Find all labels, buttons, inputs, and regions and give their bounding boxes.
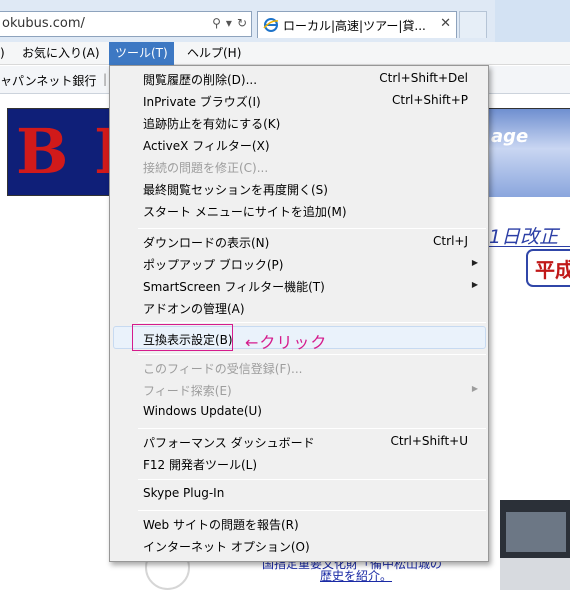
new-tab-button[interactable] <box>459 11 487 38</box>
menu-item-label: フィード探索(E) <box>143 384 232 398</box>
menu-item-smartscreen[interactable]: SmartScreen フィルター機能(T) ▶ <box>110 275 488 297</box>
menu-item-label: スタート メニューにサイトを追加(M) <box>143 205 347 219</box>
favorites-separator: | <box>103 72 108 86</box>
menu-tools[interactable]: ツール(T) <box>109 42 174 65</box>
menu-item-label: 閲覧履歴の削除(D)... <box>143 73 258 87</box>
menu-item-delete-history[interactable]: 閲覧履歴の削除(D)... Ctrl+Shift+Del <box>110 68 488 90</box>
menu-item-add-to-start[interactable]: スタート メニューにサイトを追加(M) <box>110 200 488 222</box>
menu-separator <box>138 228 486 229</box>
menu-item-performance-dashboard[interactable]: パフォーマンス ダッシュボード Ctrl+Shift+U <box>110 431 488 453</box>
tools-dropdown-menu: 閲覧履歴の削除(D)... Ctrl+Shift+Del InPrivate ブ… <box>109 65 489 562</box>
menu-item-label: SmartScreen フィルター機能(T) <box>143 280 325 294</box>
bus-photo <box>500 500 570 590</box>
submenu-arrow-icon: ▶ <box>471 258 478 267</box>
notice-underline <box>482 246 570 247</box>
close-icon[interactable]: ✕ <box>440 16 451 31</box>
menu-item-label: F12 開発者ツール(L) <box>143 458 258 472</box>
browser-chrome: okubus.com/ ⚲ ▾ ↻ ローカル|高速|ツアー|貸... ✕ <box>0 0 570 42</box>
address-buttons: ⚲ ▾ ↻ <box>212 16 247 30</box>
menu-view-partial[interactable]: ) <box>0 42 11 65</box>
menu-item-label: ポップアップ ブロック(P) <box>143 258 284 272</box>
menu-item-shortcut: Ctrl+Shift+P <box>392 93 468 107</box>
address-url[interactable]: okubus.com/ <box>2 16 85 31</box>
menu-item-f12-devtools[interactable]: F12 開発者ツール(L) <box>110 453 488 475</box>
tab-title: ローカル|高速|ツアー|貸... <box>283 19 426 33</box>
year-badge: 平成 <box>526 249 570 287</box>
submenu-arrow-icon: ▶ <box>471 280 478 289</box>
menu-item-tracking-protection[interactable]: 追跡防止を有効にする(K) <box>110 112 488 134</box>
menu-help[interactable]: ヘルプ(H) <box>181 42 247 65</box>
menu-item-subscribe-feed: このフィードの受信登録(F)... <box>110 357 488 379</box>
menu-item-label: 追跡防止を有効にする(K) <box>143 117 281 131</box>
menu-separator <box>138 354 486 355</box>
menu-separator <box>138 322 486 323</box>
menu-item-windows-update[interactable]: Windows Update(U) <box>110 401 488 423</box>
menu-item-label: ダウンロードの表示(N) <box>143 236 270 250</box>
menu-item-label: アドオンの管理(A) <box>143 302 245 316</box>
ie-logo-icon <box>263 18 279 32</box>
menu-item-fix-connection: 接続の問題を修正(C)... <box>110 156 488 178</box>
menu-item-skype-plugin[interactable]: Skype Plug-In <box>110 483 488 505</box>
bus-body <box>500 558 570 590</box>
banner-strip <box>483 109 570 197</box>
notice-text[interactable]: 1日改正 <box>489 222 558 249</box>
favorite-link[interactable]: ャパンネット銀行 <box>0 72 96 89</box>
menu-item-activex-filter[interactable]: ActiveX フィルター(X) <box>110 134 488 156</box>
menu-item-downloads[interactable]: ダウンロードの表示(N) Ctrl+J <box>110 231 488 253</box>
search-icon[interactable]: ⚲ <box>212 16 221 30</box>
menu-item-shortcut: Ctrl+Shift+U <box>390 434 468 448</box>
caption-line2[interactable]: 歴史を紹介。 <box>320 567 392 584</box>
banner-text: age <box>491 126 529 147</box>
menu-item-label: Windows Update(U) <box>143 404 262 418</box>
menu-item-feed-discovery: フィード探索(E) ▶ <box>110 379 488 401</box>
menu-item-label: インターネット オプション(O) <box>143 540 310 554</box>
menu-favorites[interactable]: お気に入り(A) <box>16 42 106 65</box>
menu-item-label: InPrivate ブラウズ(I) <box>143 95 261 109</box>
menu-bar: ) お気に入り(A) ツール(T) ヘルプ(H) <box>0 42 570 65</box>
highlight-box <box>132 324 233 351</box>
dropdown-icon[interactable]: ▾ <box>226 16 232 30</box>
menu-item-popup-blocker[interactable]: ポップアップ ブロック(P) ▶ <box>110 253 488 275</box>
menu-item-shortcut: Ctrl+J <box>433 234 468 248</box>
menu-item-label: Web サイトの問題を報告(R) <box>143 518 299 532</box>
menu-item-label: 最終閲覧セッションを再度開く(S) <box>143 183 328 197</box>
menu-item-label: パフォーマンス ダッシュボード <box>143 436 315 450</box>
year-text: 平成 <box>535 258 570 282</box>
menu-item-label: 接続の問題を修正(C)... <box>143 161 269 175</box>
address-bar[interactable]: okubus.com/ ⚲ ▾ ↻ <box>0 11 252 37</box>
menu-item-label: このフィードの受信登録(F)... <box>143 362 303 376</box>
chrome-right-area <box>495 0 570 42</box>
menu-item-inprivate[interactable]: InPrivate ブラウズ(I) Ctrl+Shift+P <box>110 90 488 112</box>
submenu-arrow-icon: ▶ <box>471 384 478 393</box>
menu-item-internet-options[interactable]: インターネット オプション(O) <box>110 535 488 557</box>
browser-tab[interactable]: ローカル|高速|ツアー|貸... ✕ <box>257 11 457 38</box>
menu-separator <box>138 428 486 429</box>
menu-item-shortcut: Ctrl+Shift+Del <box>379 71 468 85</box>
menu-item-reopen-session[interactable]: 最終閲覧セッションを再度開く(S) <box>110 178 488 200</box>
click-annotation: ←クリック <box>245 333 328 352</box>
menu-item-label: Skype Plug-In <box>143 486 225 500</box>
menu-item-report-problem[interactable]: Web サイトの問題を報告(R) <box>110 513 488 535</box>
bus-window <box>506 512 566 552</box>
menu-separator <box>138 479 486 480</box>
menu-separator <box>138 510 486 511</box>
menu-item-label: ActiveX フィルター(X) <box>143 139 270 153</box>
menu-item-manage-addons[interactable]: アドオンの管理(A) <box>110 297 488 319</box>
refresh-icon[interactable]: ↻ <box>237 16 247 30</box>
